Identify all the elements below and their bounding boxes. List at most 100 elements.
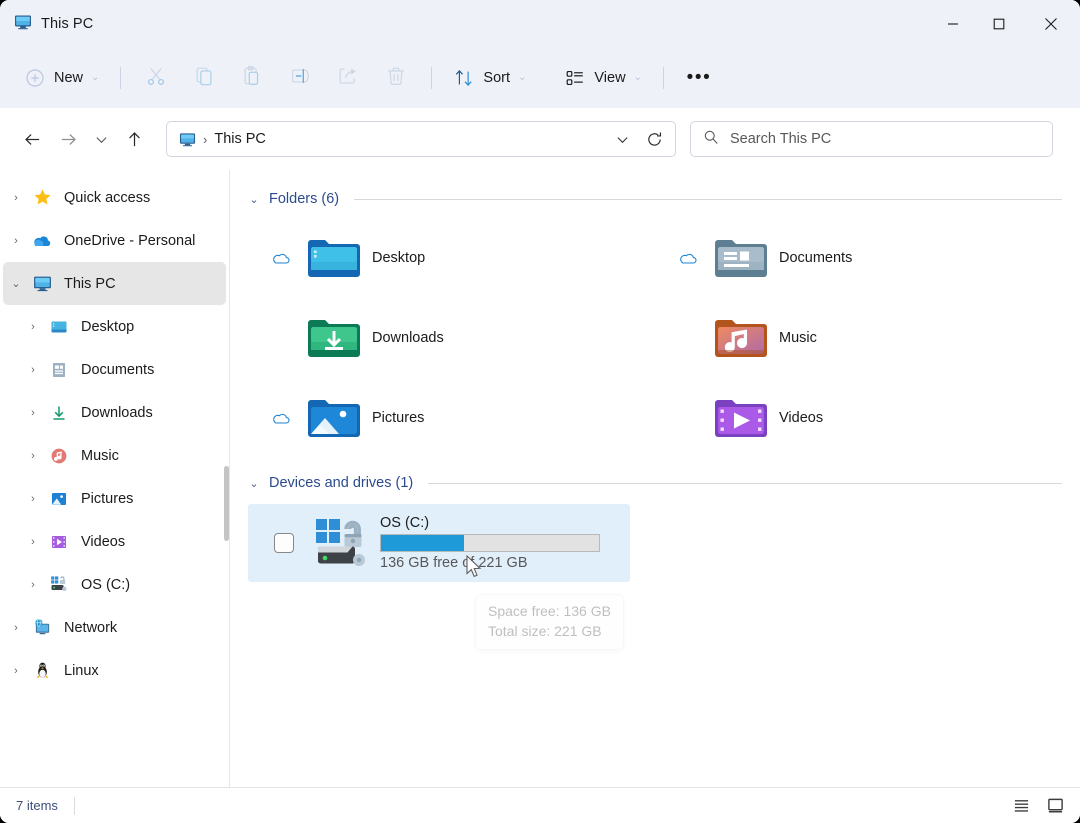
chevron-right-icon[interactable]: › [20, 364, 46, 376]
monitor-icon [179, 131, 196, 148]
sidebar-item-music[interactable]: › Music [3, 434, 226, 477]
folder-item-downloads[interactable]: Downloads [248, 298, 655, 378]
folder-name: Pictures [372, 410, 425, 426]
sidebar-item-this-pc[interactable]: ⌄ This PC [3, 262, 226, 305]
command-bar: New ⌄ Sort ⌄ View ⌄ ••• [0, 48, 1080, 108]
rename-button[interactable] [276, 60, 324, 96]
breadcrumb-path[interactable]: This PC [214, 131, 266, 147]
search-input[interactable]: Search This PC [730, 131, 831, 147]
share-icon [337, 65, 359, 92]
folders-group-header[interactable]: ⌄ Folders (6) [248, 186, 1062, 212]
sidebar-label: Downloads [81, 404, 153, 421]
share-button[interactable] [324, 60, 372, 96]
copy-icon [193, 65, 215, 92]
folder-item-pictures[interactable]: Pictures [248, 378, 655, 458]
status-divider [73, 796, 75, 815]
delete-button[interactable] [372, 60, 420, 96]
address-dropdown-button[interactable] [607, 124, 637, 154]
folder-name: Desktop [372, 250, 426, 266]
chevron-right-icon[interactable]: › [20, 536, 46, 548]
folder-item-documents[interactable]: Documents [655, 218, 1062, 298]
sidebar-item-os-c[interactable]: › OS (C:) [3, 563, 226, 606]
new-button[interactable]: New ⌄ [14, 60, 109, 96]
chevron-right-icon[interactable]: › [20, 450, 46, 462]
search-icon [703, 129, 719, 150]
downloads-icon [46, 404, 72, 422]
address-bar[interactable]: › This PC [166, 121, 676, 157]
large-icons-view-icon[interactable] [1042, 794, 1068, 818]
sidebar-scrollbar-thumb[interactable] [224, 466, 229, 541]
chevron-down-icon[interactable]: ⌄ [3, 277, 29, 290]
see-more-button[interactable]: ••• [675, 60, 723, 96]
sidebar-item-documents[interactable]: › Documents [3, 348, 226, 391]
details-view-icon[interactable] [1008, 794, 1034, 818]
maximize-button[interactable] [976, 0, 1022, 48]
explorer-body: › Quick access › OneDrive - Personal ⌄ T… [0, 170, 1080, 787]
sidebar-item-network[interactable]: › Network [3, 606, 226, 649]
cut-button[interactable] [132, 60, 180, 96]
chevron-right-icon[interactable]: › [20, 407, 46, 419]
tooltip-total-size: Total size: 221 GB [488, 623, 602, 639]
forward-button[interactable] [50, 121, 86, 157]
folder-item-desktop[interactable]: Desktop [248, 218, 655, 298]
pictures-folder-icon [304, 395, 364, 441]
videos-icon [46, 533, 72, 551]
ellipsis-icon: ••• [686, 67, 712, 88]
file-list-pane: ⌄ Folders (6) Desktop Documents Download… [230, 170, 1080, 787]
recent-locations-button[interactable] [86, 121, 116, 157]
refresh-button[interactable] [639, 124, 669, 154]
drive-free-text: 136 GB free of 221 GB [380, 555, 528, 571]
sidebar-item-desktop[interactable]: › Desktop [3, 305, 226, 348]
chevron-right-icon[interactable]: › [3, 665, 29, 677]
folder-item-videos[interactable]: Videos [655, 378, 1062, 458]
sidebar-item-pictures[interactable]: › Pictures [3, 477, 226, 520]
breadcrumb[interactable]: › This PC [179, 131, 607, 148]
file-explorer-window: This PC New ⌄ Sort ⌄ View ⌄ ••• › This P… [0, 0, 1080, 823]
folder-item-music[interactable]: Music [655, 298, 1062, 378]
window-title: This PC [41, 16, 94, 32]
sidebar-item-linux[interactable]: › Linux [3, 649, 226, 692]
chevron-down-icon[interactable]: ⌄ [248, 193, 260, 206]
drive-info: OS (C:) 136 GB free of 221 GB [380, 515, 600, 571]
chevron-right-icon[interactable]: › [3, 235, 29, 247]
sidebar-label: Music [81, 447, 119, 464]
drives-group-header[interactable]: ⌄ Devices and drives (1) [248, 470, 1062, 496]
group-rule [354, 198, 1062, 200]
chevron-right-icon[interactable]: › [3, 622, 29, 634]
minimize-button[interactable] [930, 0, 976, 48]
drive-name: OS (C:) [380, 515, 430, 531]
drive-checkbox[interactable] [260, 533, 308, 553]
sidebar-item-videos[interactable]: › Videos [3, 520, 226, 563]
sidebar-item-quick-access[interactable]: › Quick access [3, 176, 226, 219]
monitor-icon [14, 13, 32, 36]
star-icon [29, 188, 55, 207]
sidebar-item-onedrive[interactable]: › OneDrive - Personal [3, 219, 226, 262]
sort-button[interactable]: Sort ⌄ [443, 60, 536, 96]
clipboard-icon [241, 65, 263, 92]
copy-button[interactable] [180, 60, 228, 96]
back-button[interactable] [14, 121, 50, 157]
search-box[interactable]: Search This PC [690, 121, 1053, 157]
title-bar-left: This PC [0, 13, 93, 36]
checkbox-box[interactable] [274, 533, 294, 553]
chevron-right-icon[interactable]: › [20, 321, 46, 333]
chevron-down-icon[interactable]: ⌄ [248, 477, 260, 490]
paste-button[interactable] [228, 60, 276, 96]
music-icon [46, 447, 72, 465]
chevron-right-icon[interactable]: › [20, 579, 46, 591]
view-button[interactable]: View ⌄ [554, 60, 652, 96]
sidebar-item-downloads[interactable]: › Downloads [3, 391, 226, 434]
close-button[interactable] [1022, 0, 1080, 48]
new-button-label: New [54, 70, 84, 86]
drive-item-os-c[interactable]: OS (C:) 136 GB free of 221 GB [248, 504, 630, 582]
window-controls [930, 0, 1080, 48]
sidebar-label: Network [64, 619, 118, 636]
mouse-cursor [466, 554, 483, 585]
chevron-right-icon[interactable]: › [3, 192, 29, 204]
pictures-icon [46, 490, 72, 508]
up-button[interactable] [116, 121, 152, 157]
chevron-right-icon[interactable]: › [20, 493, 46, 505]
item-count-label: 7 items [16, 798, 58, 813]
drive-icon [46, 575, 72, 594]
cloud-status-icon [258, 411, 304, 425]
